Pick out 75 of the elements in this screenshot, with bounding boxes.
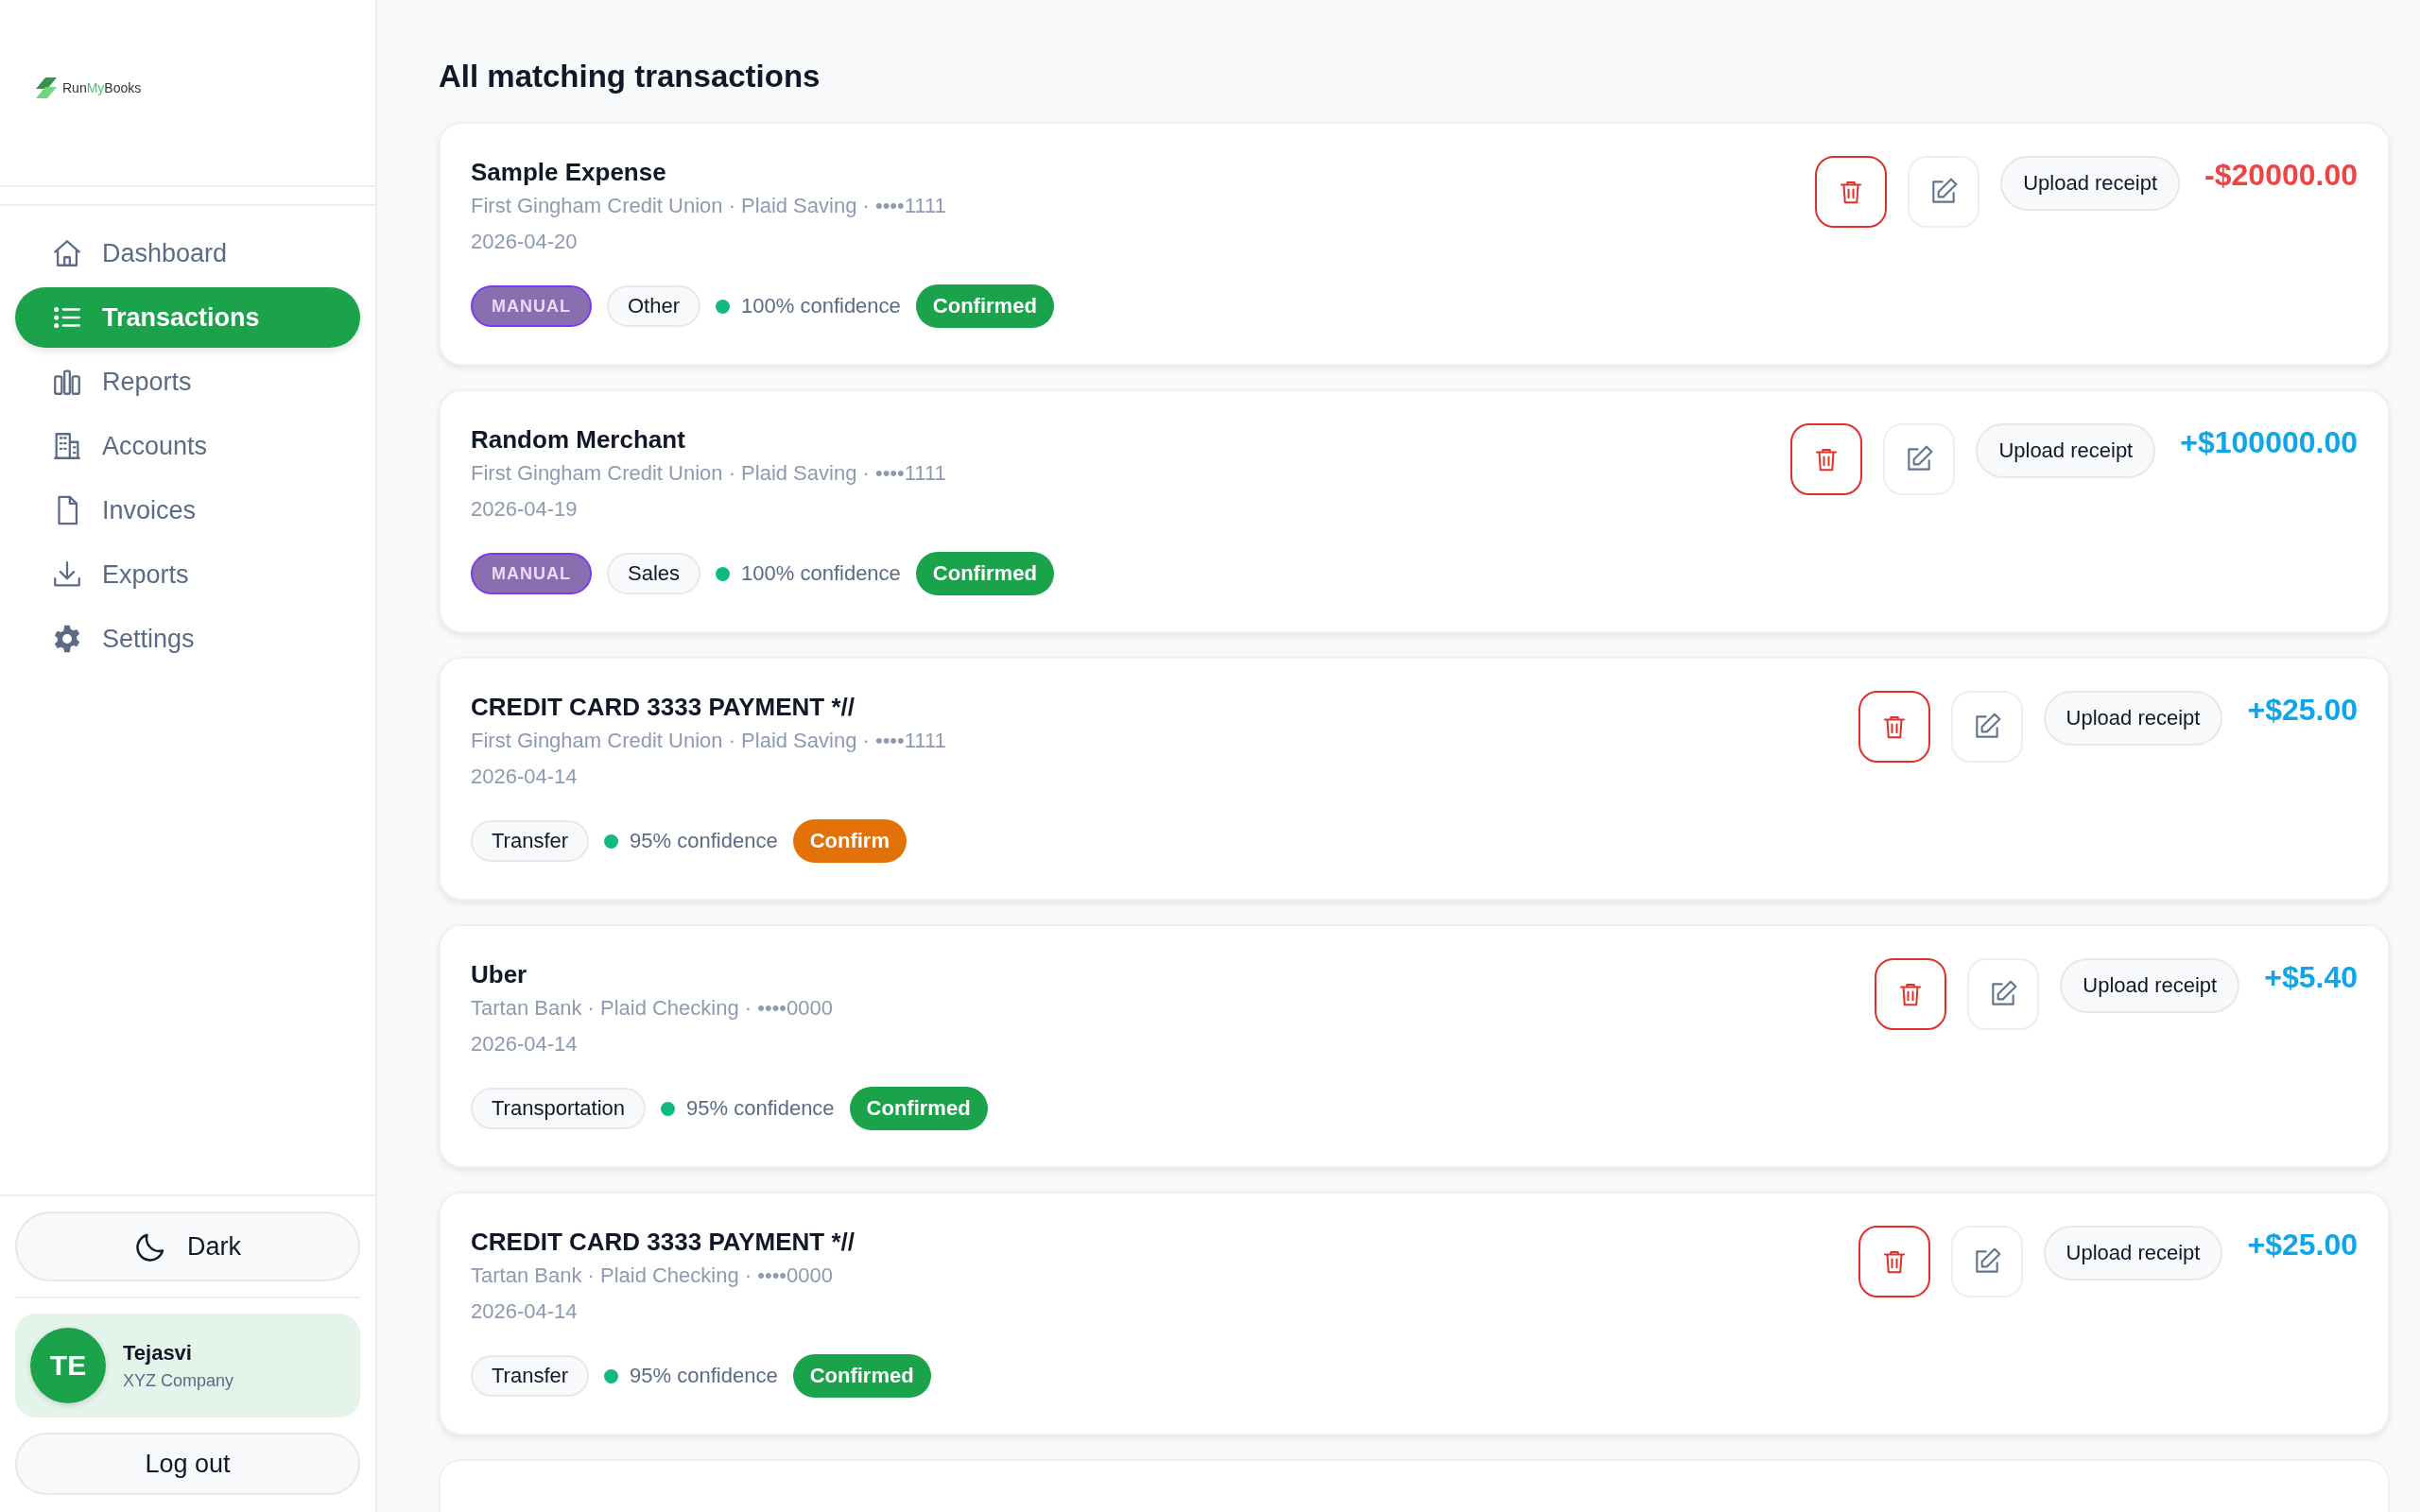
transaction-title: Uber bbox=[471, 959, 528, 990]
confidence-dot bbox=[661, 1101, 676, 1116]
transaction-title: CREDIT CARD 3333 PAYMENT *// bbox=[471, 1227, 856, 1258]
transaction-title: Sample Expense bbox=[471, 157, 667, 188]
edit-button[interactable] bbox=[1950, 1226, 2023, 1297]
edit-button[interactable] bbox=[1950, 691, 2023, 763]
transaction-title: Random Merchant bbox=[471, 424, 686, 455]
transaction-amount: -$20000.00 bbox=[2204, 157, 2358, 194]
account-info: Tartan Bank · Plaid Checking · ••••0000 bbox=[471, 1263, 834, 1289]
account-info: First Gingham Credit Union · Plaid Saving · ••••1111 bbox=[471, 193, 947, 219]
upload-receipt-button[interactable]: Upload receipt bbox=[2060, 958, 2240, 1013]
nav-item[interactable]: Transactions bbox=[15, 287, 360, 348]
account-info: Tartan Bank · Plaid Checking · ••••0000 bbox=[471, 995, 834, 1022]
building-icon bbox=[51, 430, 83, 462]
transaction-amount: +$25.00 bbox=[2247, 692, 2358, 729]
nav-item[interactable]: Exports bbox=[15, 544, 360, 605]
delete-button[interactable] bbox=[1790, 423, 1863, 495]
upload-receipt-button[interactable]: Upload receipt bbox=[1976, 423, 2156, 478]
manual-badge: MANUAL bbox=[471, 285, 592, 327]
nav-item[interactable]: Dashboard bbox=[15, 223, 360, 284]
transaction-date: 2026-04-19 bbox=[471, 496, 579, 523]
home-icon bbox=[51, 237, 83, 269]
transaction-title: CREDIT CARD 3333 PAYMENT *// bbox=[471, 692, 856, 723]
confirm-button[interactable]: Confirm bbox=[792, 819, 907, 863]
confidence-label: 100% confidence bbox=[741, 561, 901, 586]
nav-item[interactable]: Reports bbox=[15, 352, 360, 412]
logout-button[interactable]: Log out bbox=[15, 1433, 360, 1495]
transaction-date: 2026-04-14 bbox=[471, 764, 579, 790]
nav-item[interactable]: Settings bbox=[15, 609, 360, 669]
confidence-dot bbox=[604, 833, 619, 849]
delete-button[interactable] bbox=[1858, 1226, 1930, 1297]
manual-badge: MANUAL bbox=[471, 553, 592, 594]
transaction-date: 2026-04-14 bbox=[471, 1031, 579, 1057]
transaction-date: 2026-04-20 bbox=[471, 229, 579, 255]
confirmed-button[interactable]: Confirmed bbox=[915, 284, 1054, 328]
edit-button[interactable] bbox=[1967, 958, 2040, 1030]
account-info: First Gingham Credit Union · Plaid Saving · ••••1111 bbox=[471, 728, 946, 754]
confidence-dot bbox=[604, 1368, 619, 1383]
confidence-dot bbox=[716, 566, 731, 581]
confirmed-button[interactable]: Confirmed bbox=[792, 1354, 931, 1398]
transaction-amount: +$25.00 bbox=[2247, 1227, 2358, 1263]
category-tag: Transfer bbox=[471, 820, 590, 862]
confidence-label: 95% confidence bbox=[630, 829, 778, 853]
confirmed-button[interactable]: Confirmed bbox=[915, 552, 1054, 595]
avatar: TE bbox=[30, 1328, 106, 1403]
logo-text: RunMyBooks bbox=[62, 80, 142, 95]
category-tag: Other bbox=[607, 285, 701, 327]
delete-button[interactable] bbox=[1858, 691, 1930, 763]
category-tag: Sales bbox=[607, 553, 701, 594]
transaction-amount: +$5.40 bbox=[2264, 959, 2358, 996]
nav-item[interactable]: Accounts bbox=[15, 416, 360, 476]
delete-button[interactable] bbox=[1815, 156, 1888, 228]
confirmed-button[interactable]: Confirmed bbox=[849, 1087, 988, 1130]
page-title: All matching transactions bbox=[439, 58, 821, 95]
company-name: XYZ Company bbox=[123, 1370, 234, 1391]
confidence-label: 95% confidence bbox=[686, 1096, 835, 1121]
transaction-amount: +$100000.00 bbox=[2180, 424, 2358, 461]
nav-item[interactable]: Invoices bbox=[15, 480, 360, 541]
upload-receipt-button[interactable]: Upload receipt bbox=[2043, 691, 2223, 746]
delete-button[interactable] bbox=[1875, 958, 1947, 1030]
transaction-date: 2026-04-14 bbox=[471, 1298, 579, 1325]
user-name: Tejasvi bbox=[123, 1340, 193, 1366]
category-tag: Transportation bbox=[471, 1088, 647, 1129]
account-info: First Gingham Credit Union · Plaid Saving · ••••1111 bbox=[471, 460, 947, 487]
upload-receipt-button[interactable]: Upload receipt bbox=[2043, 1226, 2223, 1280]
edit-button[interactable] bbox=[1883, 423, 1956, 495]
user-card[interactable]: TE Tejasvi XYZ Company bbox=[15, 1314, 360, 1418]
category-tag: Transfer bbox=[471, 1355, 590, 1397]
logo-icon bbox=[34, 76, 59, 100]
edit-button[interactable] bbox=[1908, 156, 1980, 228]
confidence-label: 100% confidence bbox=[741, 294, 901, 318]
confidence-label: 95% confidence bbox=[630, 1364, 778, 1388]
confidence-dot bbox=[716, 299, 731, 314]
theme-button[interactable]: Dark bbox=[15, 1211, 360, 1281]
upload-receipt-button[interactable]: Upload receipt bbox=[2000, 156, 2181, 211]
